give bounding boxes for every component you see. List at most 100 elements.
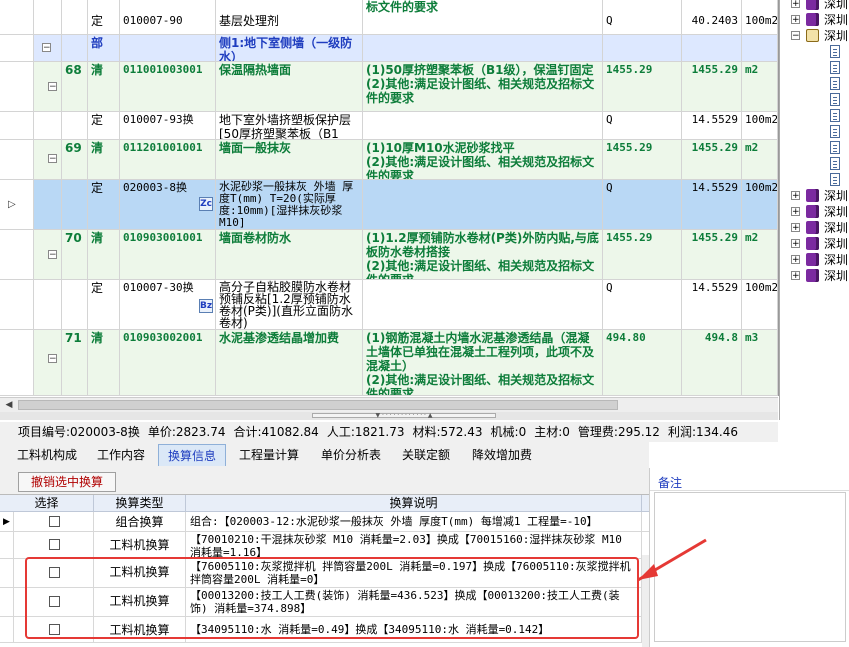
row-type: 清 <box>88 330 120 395</box>
profit: 利润:134.46 <box>667 425 738 439</box>
row-qty: 14.5529 <box>682 180 742 229</box>
document-icon <box>830 77 840 90</box>
machine-cost: 机械:0 <box>490 425 527 439</box>
row-name: 保温隔热墙面 <box>216 62 363 111</box>
tab-efficiency-fee[interactable]: 降效增加费 <box>462 444 542 466</box>
open-book-icon <box>806 29 819 42</box>
collapse-icon[interactable]: − <box>48 250 57 260</box>
expand-icon[interactable]: + <box>791 191 800 201</box>
scroll-left-icon[interactable]: ◀ <box>2 398 16 412</box>
expand-icon[interactable]: + <box>791 223 800 233</box>
row-feature: (1)钢筋混凝土内墙水泥基渗透结晶（混凝土墙体已单独在混凝土工程列项，此项不及混… <box>363 330 603 395</box>
tab-unit-price-analysis[interactable]: 单价分析表 <box>312 444 390 466</box>
tab-related-quota[interactable]: 关联定额 <box>394 444 458 466</box>
collapse-icon[interactable]: − <box>48 82 57 92</box>
undo-conversion-button[interactable]: 撤销选中换算 <box>18 472 116 492</box>
tree-node-label: 深圳 <box>824 0 849 11</box>
tree-node-label: 深圳 <box>824 205 849 219</box>
horizontal-scrollbar[interactable]: ◀ <box>0 397 778 412</box>
row-unit2: m2 <box>742 62 778 111</box>
select-checkbox[interactable] <box>49 539 60 550</box>
row-unit2: m3 <box>742 330 778 395</box>
material-cost: 材料:572.43 <box>412 425 483 439</box>
tab-quantity-calc[interactable]: 工程量计算 <box>230 444 308 466</box>
expand-icon[interactable]: + <box>791 239 800 249</box>
row-seq: 71 <box>62 330 88 395</box>
detail-tabs: 工料机构成 工作内容 换算信息 工程量计算 单价分析表 关联定额 降效增加费 <box>0 442 649 469</box>
document-icon <box>830 141 840 154</box>
row-feature: (1)10厚M10水泥砂浆找平 (2)其他:满足设计图纸、相关规范及招标文件的要… <box>363 140 603 179</box>
row-qty: 14.5529 <box>682 280 742 329</box>
main-material-cost: 主材:0 <box>534 425 570 439</box>
row-name: 墙面一般抹灰 <box>216 140 363 179</box>
row-pointer-icon: ▷ <box>8 199 16 210</box>
row-unit: 1455.29 <box>603 62 682 111</box>
row-type: 清 <box>88 230 120 279</box>
row-code: 010007-90 <box>120 0 216 34</box>
row-type: 定 <box>88 112 120 139</box>
row-type: 定 <box>88 180 120 229</box>
tab-work-content[interactable]: 工作内容 <box>88 444 154 466</box>
book-icon <box>806 221 819 234</box>
row-unit2: m2 <box>742 140 778 179</box>
conversion-row[interactable]: ▶ 组合换算 组合:【020003-12:水泥砂浆一般抹灰 外墙 厚度T(mm)… <box>0 512 649 532</box>
table-row[interactable]: 69 清 011201001001 墙面一般抹灰 (1)10厚M10水泥砂浆找平… <box>0 140 778 180</box>
select-checkbox[interactable] <box>49 515 60 527</box>
row-qty: 14.5529 <box>682 112 742 139</box>
collapse-icon[interactable]: − <box>791 31 800 41</box>
conversion-row[interactable]: 工料机换算 【70010210:干混抹灰砂浆 M10 消耗量=2.03】换成【7… <box>0 532 649 559</box>
expand-icon[interactable]: + <box>791 255 800 265</box>
document-icon <box>830 93 840 106</box>
header-type: 换算类型 <box>94 495 186 511</box>
tab-resource-composition[interactable]: 工料机构成 <box>8 444 86 466</box>
row-qty: 40.2403 <box>682 0 742 34</box>
table-row[interactable]: 70 清 010903001001 墙面卷材防水 (1)1.2厚预铺防水卷材(P… <box>0 230 778 280</box>
row-name: 基层处理剂 <box>216 0 363 34</box>
header-desc: 换算说明 <box>186 495 642 511</box>
tree-node-label: 深圳 <box>824 29 849 43</box>
expand-icon[interactable]: + <box>791 0 800 9</box>
conversion-type: 工料机换算 <box>94 532 186 558</box>
tree-node-label: 深圳 <box>824 269 849 283</box>
row-name: 侧1:地下室侧墙（一级防水） <box>216 35 363 61</box>
conversion-desc: 【70010210:干混抹灰砂浆 M10 消耗量=2.03】换成【7001516… <box>186 532 642 558</box>
highlight-arrow-icon <box>637 538 707 582</box>
table-row[interactable]: 定 010007-90 基层处理剂 标文件的要求 Q 40.2403 100m2 <box>0 0 778 35</box>
header-select: 选择 <box>0 495 94 511</box>
row-name: 高分子自粘胶膜防水卷材预铺反粘[1.2厚预铺防水卷材(P类)](直形立面防水卷材… <box>216 280 363 329</box>
tree-node-label: 深圳 <box>824 189 849 203</box>
row-seq: 70 <box>62 230 88 279</box>
table-row[interactable]: 68 清 011001003001 保温隔热墙面 (1)50厚挤塑聚苯板（B1级… <box>0 62 778 112</box>
table-row[interactable]: − 部 侧1:地下室侧墙（一级防水） <box>0 35 778 62</box>
expand-icon[interactable]: + <box>791 271 800 281</box>
row-qty: 1455.29 <box>682 140 742 179</box>
scroll-thumb[interactable] <box>18 400 618 410</box>
collapse-icon[interactable]: − <box>48 354 57 364</box>
highlight-box <box>25 557 639 639</box>
row-qty: 1455.29 <box>682 62 742 111</box>
row-unit: Q <box>603 112 682 139</box>
panel-splitter[interactable]: ▼ · · · · · · · · · · · · ▲ <box>0 412 778 420</box>
table-row[interactable]: 定 010007-93换 地下室外墙挤塑板保护层[50厚挤塑聚苯板（B1级）] … <box>0 112 778 140</box>
table-row-selected[interactable]: ▷ 定 020003-8换 水泥砂浆一般抹灰 外墙 厚度T(mm) T=20(实… <box>0 180 778 230</box>
remarks-title: 备注 <box>658 476 683 490</box>
document-icon <box>830 125 840 138</box>
collapse-icon[interactable]: − <box>48 154 57 164</box>
row-seq: 68 <box>62 62 88 111</box>
tab-conversion-info[interactable]: 换算信息 <box>158 444 226 466</box>
row-unit: 1455.29 <box>603 140 682 179</box>
row-unit2: 100m2 <box>742 280 778 329</box>
row-pointer-icon: ▶ <box>3 516 10 527</box>
item-code: 项目编号:020003-8换 <box>18 425 140 439</box>
table-row[interactable]: 71 清 010903002001 水泥基渗透结晶增加费 (1)钢筋混凝土内墙水… <box>0 330 778 396</box>
expand-icon[interactable]: + <box>791 15 800 25</box>
row-name: 墙面卷材防水 <box>216 230 363 279</box>
expand-icon[interactable]: + <box>791 207 800 217</box>
splitter-grip[interactable]: ▼ · · · · · · · · · · · · ▲ <box>312 413 496 419</box>
table-row[interactable]: 定 010007-30换 高分子自粘胶膜防水卷材预铺反粘[1.2厚预铺防水卷材(… <box>0 280 778 330</box>
row-feature: 标文件的要求 <box>363 0 603 34</box>
total: 合计:41082.84 <box>233 425 319 439</box>
row-unit: 1455.29 <box>603 230 682 279</box>
tree-node-label: 深圳 <box>824 13 849 27</box>
collapse-icon[interactable]: − <box>42 43 51 53</box>
